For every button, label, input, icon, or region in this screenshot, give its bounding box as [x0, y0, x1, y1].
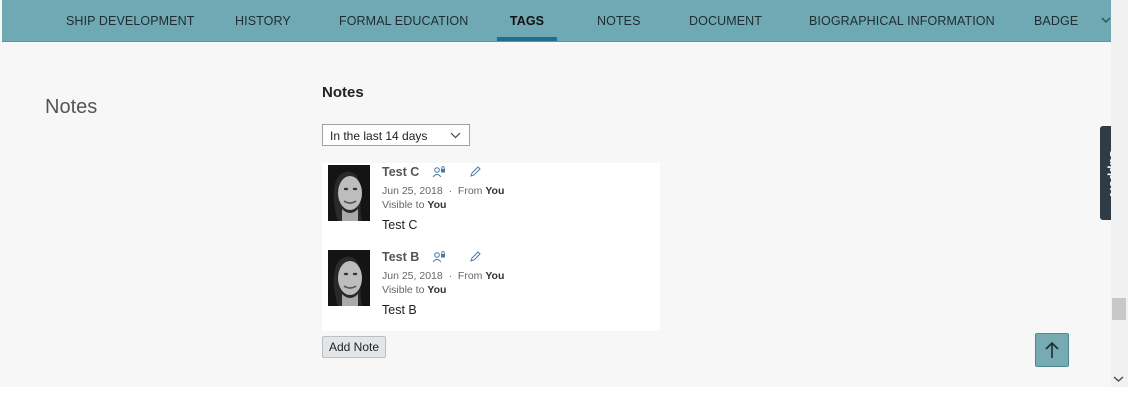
arrow-up-icon — [1045, 341, 1059, 358]
tab-biographical-information[interactable]: BIOGRAPHICAL INFORMATION — [809, 0, 995, 41]
user-lock-icon[interactable] — [432, 250, 446, 264]
avatar — [328, 165, 370, 221]
from-label: From — [457, 270, 483, 282]
pencil-icon[interactable] — [468, 250, 482, 264]
tab-notes[interactable]: NOTES — [597, 0, 641, 41]
visible-label: Visible to — [382, 284, 425, 296]
note-visibility: Visible to You — [382, 199, 446, 211]
note-meta: Jun 25, 2018 · From You — [382, 270, 504, 282]
from-value: You — [485, 270, 505, 282]
avatar — [328, 250, 370, 306]
tab-ship-development[interactable]: SHIP DEVELOPMENT — [66, 0, 195, 41]
add-note-button[interactable]: Add Note — [322, 336, 386, 358]
tab-formal-education[interactable]: FORMAL EDUCATION — [339, 0, 468, 41]
scroll-to-top-button[interactable] — [1035, 333, 1069, 367]
user-lock-icon[interactable] — [432, 165, 446, 179]
date-filter-value: In the last 14 days — [330, 129, 428, 143]
note-meta: Jun 25, 2018 · From You — [382, 185, 504, 197]
date-filter-select[interactable]: In the last 14 days — [322, 124, 470, 146]
note-date: Jun 25, 2018 — [382, 270, 443, 282]
from-value: You — [485, 185, 505, 197]
meta-separator: · — [448, 185, 453, 197]
section-title: Notes — [45, 96, 98, 118]
note-date: Jun 25, 2018 — [382, 185, 443, 197]
from-label: From — [457, 185, 483, 197]
scrollbar-thumb[interactable] — [1112, 298, 1126, 320]
note-title[interactable]: Test C — [382, 165, 419, 179]
tab-tags[interactable]: TAGS — [497, 0, 557, 41]
visible-label: Visible to — [382, 199, 425, 211]
tab-bar: SHIP DEVELOPMENT HISTORY FORMAL EDUCATIO… — [2, 0, 1111, 42]
note-visibility: Visible to You — [382, 284, 446, 296]
note-body: Test C — [382, 218, 418, 232]
notes-list: Test C Jun 25, 2018 · From You Visible t… — [322, 163, 660, 331]
tab-document[interactable]: DOCUMENT — [689, 0, 762, 41]
visible-value: You — [427, 284, 447, 296]
visible-value: You — [427, 199, 447, 211]
tab-history[interactable]: HISTORY — [235, 0, 291, 41]
tab-badge[interactable]: BADGE — [1034, 0, 1078, 41]
notes-heading: Notes — [322, 84, 364, 101]
meta-separator: · — [448, 270, 453, 282]
scrollbar[interactable] — [1111, 0, 1128, 387]
note-body: Test B — [382, 303, 417, 317]
pencil-icon[interactable] — [468, 165, 482, 179]
chevron-down-icon — [450, 132, 461, 139]
note-title[interactable]: Test B — [382, 250, 419, 264]
chevron-down-icon[interactable] — [1113, 375, 1124, 383]
